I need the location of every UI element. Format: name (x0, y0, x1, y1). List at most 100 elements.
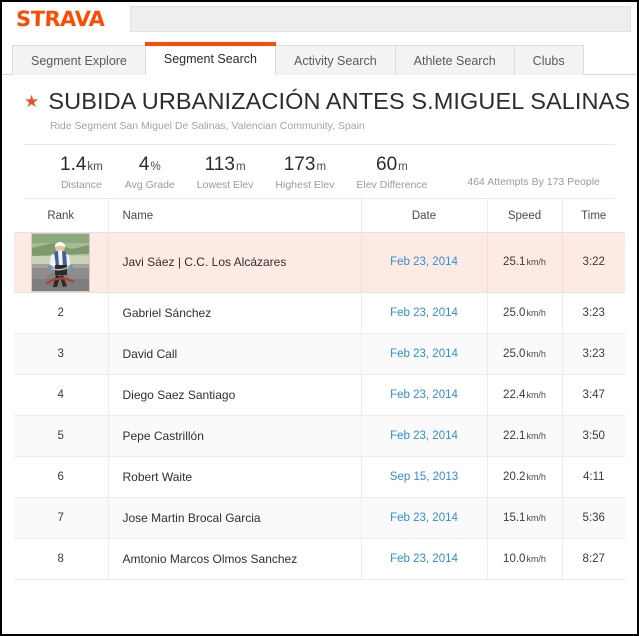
stat-value: 60m (356, 154, 427, 176)
date-link[interactable]: Feb 23, 2014 (390, 430, 458, 442)
speed-unit: km/h (526, 430, 546, 441)
cell-speed: 10.0km/h (487, 538, 563, 580)
date-link[interactable]: Feb 23, 2014 (390, 348, 458, 360)
stat-value: 1.4km (60, 154, 103, 176)
date-link[interactable]: Feb 23, 2014 (390, 307, 458, 319)
stat-unit: m (398, 160, 408, 173)
date-link[interactable]: Feb 23, 2014 (390, 512, 458, 524)
table-row[interactable]: 3 David Call Feb 23, 2014 25.0km/h 3:23 (14, 333, 625, 375)
cell-athlete-name[interactable]: Gabriel Sánchez (108, 292, 362, 334)
stat-avg-grade: 4% Avg Grade (125, 154, 175, 191)
star-icon[interactable]: ★ (24, 93, 39, 110)
stat-distance: 1.4km Distance (60, 154, 103, 191)
tab-clubs[interactable]: Clubs (513, 45, 584, 75)
stat-highest-elev: 173m Highest Elev (275, 154, 334, 191)
table-row[interactable]: 8 Amtonio Marcos Olmos Sanchez Feb 23, 2… (14, 538, 625, 580)
speed-unit: km/h (526, 257, 546, 268)
column-header-time[interactable]: Time (562, 198, 625, 233)
date-link[interactable]: Feb 23, 2014 (390, 553, 458, 565)
column-header-date[interactable]: Date (361, 198, 488, 233)
stat-value: 173m (275, 154, 334, 176)
speed-unit: km/h (526, 512, 546, 523)
stat-label: Highest Elev (275, 178, 335, 191)
tab-label: Segment Search (163, 52, 257, 66)
cell-athlete-name[interactable]: Diego Saez Santiago (108, 374, 362, 416)
table-row[interactable]: 7 Jose Martin Brocal Garcia Feb 23, 2014… (14, 497, 625, 539)
table-row[interactable]: 2 Gabriel Sánchez Feb 23, 2014 25.0km/h … (14, 292, 625, 334)
cell-athlete-name[interactable]: David Call (108, 333, 362, 375)
cell-time: 5:36 (562, 497, 625, 539)
cell-athlete-name[interactable]: Amtonio Marcos Olmos Sanchez (108, 538, 362, 580)
stat-number: 1.4 (60, 153, 87, 175)
stat-lowest-elev: 113m Lowest Elev (197, 154, 254, 191)
cell-athlete-name[interactable]: Robert Waite (108, 456, 362, 498)
tab-athlete-search[interactable]: Athlete Search (394, 45, 515, 75)
table-row[interactable]: 6 Robert Waite Sep 15, 2013 20.2km/h 4:1… (14, 456, 625, 498)
cell-rank: 6 (14, 456, 109, 498)
cell-athlete-name[interactable]: Pepe Castrillón (108, 415, 362, 457)
tab-label: Activity Search (294, 53, 377, 68)
top-bar: STRAVA (2, 2, 637, 37)
cell-date[interactable]: Feb 23, 2014 (361, 415, 488, 457)
date-link[interactable]: Feb 23, 2014 (390, 389, 458, 401)
cell-date[interactable]: Feb 23, 2014 (361, 538, 488, 580)
cell-date[interactable]: Feb 23, 2014 (361, 292, 488, 334)
segment-stats: 1.4km Distance 4% Avg Grade 113m Lowest … (24, 143, 615, 199)
stat-elev-difference: 60m Elev Difference (356, 154, 427, 191)
cell-athlete-name[interactable]: Javi Sáez | C.C. Los Alcázares (108, 232, 362, 293)
cell-date[interactable]: Feb 23, 2014 (361, 232, 488, 293)
stat-number: 173 (283, 153, 316, 175)
speed-value: 10.0 (503, 552, 526, 565)
tab-segment-search[interactable]: Segment Search (144, 42, 277, 76)
stat-label: Avg Grade (124, 178, 175, 191)
strava-segment-page: STRAVA Segment Explore Segment Search Ac… (0, 0, 639, 636)
cell-athlete-name[interactable]: Jose Martin Brocal Garcia (108, 497, 362, 539)
stat-number: 4 (138, 153, 150, 175)
cell-rank: 2 (14, 292, 109, 334)
cell-date[interactable]: Sep 15, 2013 (361, 456, 488, 498)
tab-segment-explore[interactable]: Segment Explore (12, 45, 146, 75)
cell-rank (14, 232, 109, 293)
cell-time: 4:11 (562, 456, 625, 498)
tab-label: Athlete Search (413, 53, 496, 68)
leaderboard-table: Rank Name Date Speed Time Javi Sáez | C.… (14, 198, 625, 580)
tab-activity-search[interactable]: Activity Search (275, 45, 396, 75)
speed-unit: km/h (526, 307, 546, 318)
cell-rank: 3 (14, 333, 109, 375)
column-header-name[interactable]: Name (108, 198, 362, 233)
stat-number: 113 (204, 153, 235, 175)
speed-unit: km/h (526, 471, 546, 482)
date-link[interactable]: Feb 23, 2014 (390, 256, 458, 268)
cell-time: 8:27 (562, 538, 625, 580)
table-row[interactable]: Javi Sáez | C.C. Los Alcázares Feb 23, 2… (14, 232, 625, 293)
segment-title-text: SUBIDA URBANIZACIÓN ANTES S.MIGUEL SALIN… (48, 88, 631, 114)
cell-date[interactable]: Feb 23, 2014 (361, 333, 488, 375)
speed-unit: km/h (526, 348, 546, 359)
column-header-rank[interactable]: Rank (14, 198, 109, 233)
cell-date[interactable]: Feb 23, 2014 (361, 497, 488, 539)
table-row[interactable]: 4 Diego Saez Santiago Feb 23, 2014 22.4k… (14, 374, 625, 416)
page-title: ★ SUBIDA URBANIZACIÓN ANTES S.MIGUEL SAL… (24, 88, 630, 115)
stat-value: 113m (197, 154, 254, 176)
stat-unit: km (87, 160, 103, 173)
cell-date[interactable]: Feb 23, 2014 (361, 374, 488, 416)
table-row[interactable]: 5 Pepe Castrillón Feb 23, 2014 22.1km/h … (14, 415, 625, 457)
cell-rank: 7 (14, 497, 109, 539)
top-bar-empty-region (130, 6, 631, 32)
stat-value: 4% (125, 154, 175, 176)
stat-label: Elev Difference (356, 178, 428, 191)
cell-speed: 22.1km/h (487, 415, 563, 457)
cell-time: 3:23 (562, 292, 625, 334)
speed-value: 15.1 (503, 511, 526, 524)
column-header-speed[interactable]: Speed (487, 198, 563, 233)
date-link[interactable]: Sep 15, 2013 (390, 471, 458, 483)
stat-label: Distance (60, 178, 102, 191)
tab-bar: Segment Explore Segment Search Activity … (2, 37, 637, 76)
cell-speed: 25.0km/h (487, 292, 563, 334)
strava-logo[interactable]: STRAVA (2, 2, 130, 36)
cyclist-photo-avatar[interactable] (31, 232, 91, 292)
strava-wordmark: STRAVA (15, 6, 105, 31)
speed-value: 25.0 (503, 306, 526, 319)
cell-speed: 22.4km/h (487, 374, 563, 416)
stat-unit: m (235, 160, 246, 173)
